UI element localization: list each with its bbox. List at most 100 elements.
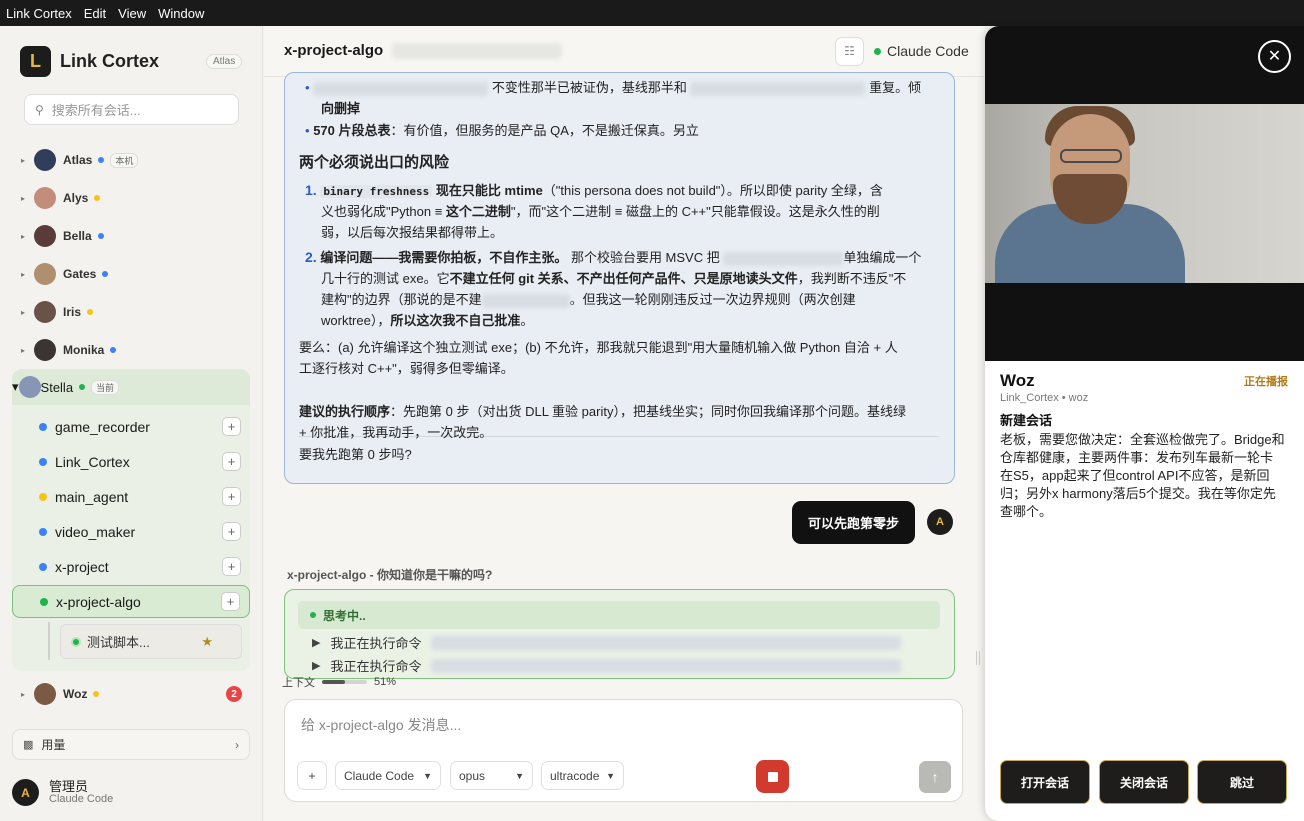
menu-window[interactable]: Window — [158, 6, 204, 21]
engine-status: Claude Code — [874, 43, 969, 59]
host-badge: Atlas — [206, 54, 243, 69]
model-select[interactable]: opus ▼ — [450, 761, 533, 790]
chevron-right-icon[interactable]: ▸ — [12, 194, 34, 203]
chevron-down-icon: ▼ — [423, 770, 432, 781]
project-name: x-project-algo — [56, 593, 141, 610]
stop-icon — [767, 771, 778, 782]
project-dot — [39, 422, 47, 431]
context-label: 上下文 — [282, 677, 315, 689]
session-item[interactable]: 测试脚本... ★ — [60, 624, 242, 659]
menu-app[interactable]: Link Cortex — [6, 6, 72, 21]
agent-item-iris[interactable]: ▸ Iris — [12, 294, 250, 330]
redacted-text — [690, 81, 866, 96]
engine-select[interactable]: Claude Code ▼ — [335, 761, 441, 790]
search-input[interactable]: ⚲ 搜索所有会话... — [24, 94, 239, 125]
unread-count-badge: 2 — [226, 686, 242, 702]
skip-button[interactable]: 跳过 — [1197, 760, 1287, 804]
text: 工逐行核对 C++"，弱得多但零编译。 — [299, 361, 514, 376]
agent-item-bella[interactable]: ▸ Bella — [12, 218, 250, 254]
add-session-button[interactable]: + — [222, 417, 241, 436]
page-title: x-project-algo — [284, 42, 384, 59]
app-logo: L — [20, 46, 51, 77]
agent-name: Iris — [63, 305, 82, 319]
document-icon[interactable]: ☷ — [835, 37, 864, 66]
redacted-text — [313, 81, 489, 96]
agent-item-stella[interactable]: ▾ Stella 当前 — [12, 369, 250, 405]
add-session-button[interactable]: + — [222, 522, 241, 541]
add-session-button[interactable]: + — [221, 592, 240, 611]
tool-call[interactable]: ▶ 我正在执行命令 — [312, 633, 902, 652]
status-dot — [94, 195, 101, 201]
agent-item-atlas[interactable]: ▸ Atlas 本机 — [12, 142, 250, 178]
status-dot — [79, 384, 86, 390]
chevron-right-icon[interactable]: ▸ — [12, 308, 34, 317]
text: 建议的执行顺序：先跑第 0 步（对出货 DLL 重验 parity），把基线坐实… — [299, 401, 906, 422]
text: ，我判断不违反"不 — [797, 271, 907, 286]
chevron-right-icon: › — [235, 737, 239, 752]
portrait-glasses — [1060, 149, 1122, 163]
stop-button[interactable] — [756, 760, 789, 793]
redacted-text — [481, 293, 570, 308]
add-session-button[interactable]: + — [222, 487, 241, 506]
agent-item-gates[interactable]: ▸ Gates — [12, 256, 250, 292]
list-item: 2. 编译问题——我需要你拍板，不自作主张。 那个校验台要用 MSVC 把 单独… — [305, 247, 921, 268]
close-session-button[interactable]: 关闭会话 — [1099, 760, 1189, 804]
text: 要么：(a) 允许编译这个独立测试 exe；(b) 不允许，那我就只能退到"用大… — [299, 340, 898, 355]
status-dot — [97, 233, 104, 239]
chevron-right-icon[interactable]: ▸ — [12, 270, 34, 279]
add-session-button[interactable]: + — [222, 557, 241, 576]
project-item-main-agent[interactable]: main_agent + — [12, 480, 250, 513]
chevron-right-icon[interactable]: ▸ — [12, 156, 34, 165]
project-item-link-cortex[interactable]: Link_Cortex + — [12, 445, 250, 478]
star-icon[interactable]: ★ — [201, 634, 213, 650]
chevron-right-icon[interactable]: ▸ — [12, 232, 34, 241]
chevron-right-icon[interactable]: ▸ — [12, 346, 34, 355]
message-input[interactable]: 给 x-project-algo 发消息... — [301, 715, 461, 735]
user-subtitle: Claude Code — [49, 793, 114, 805]
project-item-x-project-algo[interactable]: x-project-algo + — [12, 585, 250, 618]
context-fill — [322, 680, 345, 684]
project-item-video-maker[interactable]: video_maker + — [12, 515, 250, 548]
agent-name: Monika — [63, 343, 105, 357]
text: 不建立任何 git 关系、不产出任何产品件、只是原地读头文件 — [449, 271, 798, 286]
chat-header: x-project-algo ☷ Claude Code — [264, 26, 984, 77]
close-button[interactable]: ✕ — [1258, 40, 1291, 73]
open-session-button[interactable]: 打开会话 — [1000, 760, 1090, 804]
agent-item-alys[interactable]: ▸ Alys — [12, 180, 250, 216]
agent-item-monika[interactable]: ▸ Monika — [12, 332, 250, 368]
project-dot — [39, 457, 47, 466]
list-item-line: 几十行的测试 exe。它不建立任何 git 关系、不产出任何产品件、只是原地读头… — [321, 268, 906, 289]
tree-line — [48, 622, 50, 660]
text: 。 — [520, 313, 534, 328]
menu-view[interactable]: View — [118, 6, 146, 21]
add-session-button[interactable]: + — [222, 452, 241, 471]
bullet-line: • 570 片段总表：有价值，但服务的是产品 QA，不是搬迁保真。另立 — [305, 123, 699, 138]
chevron-down-icon: ▼ — [606, 770, 615, 781]
project-name: video_maker — [55, 523, 136, 540]
app-window: L Link Cortex Atlas ⚲ 搜索所有会话... ▸ Atlas … — [0, 26, 1304, 821]
effort-select[interactable]: ultracode ▼ — [541, 761, 624, 790]
redacted-text — [431, 658, 902, 673]
attach-button[interactable]: + — [297, 761, 327, 790]
text: 那个校验台要用 MSVC 把 — [567, 250, 720, 265]
project-item-x-project[interactable]: x-project + — [12, 550, 250, 583]
tool-call[interactable]: ▶ 我正在执行命令 — [312, 656, 902, 675]
tool-call-label: 我正在执行命令 — [330, 659, 422, 674]
agent-item-woz[interactable]: ▸ Woz 2 — [12, 676, 250, 712]
resize-handle[interactable] — [976, 651, 980, 665]
status-badge: 正在播报 — [1244, 376, 1288, 388]
chevron-right-icon[interactable]: ▸ — [12, 690, 34, 699]
sidebar: L Link Cortex Atlas ⚲ 搜索所有会话... ▸ Atlas … — [0, 26, 263, 821]
user-profile[interactable]: A 管理员 Claude Code — [12, 779, 113, 806]
chevron-down-icon[interactable]: ▾ — [12, 379, 19, 395]
assistant-message-streaming: 思考中.. ▶ 我正在执行命令 ▶ 我正在执行命令 — [284, 589, 955, 679]
menu-edit[interactable]: Edit — [84, 6, 106, 21]
project-item-game-recorder[interactable]: game_recorder + — [12, 410, 250, 443]
send-button[interactable]: ↑ — [919, 761, 951, 793]
usage-button[interactable]: ▩ 用量 › — [12, 729, 250, 760]
usage-label: 用量 — [41, 738, 66, 752]
engine-label: Claude Code — [887, 43, 969, 59]
text: 建议的执行顺序 — [299, 404, 391, 419]
brand: L Link Cortex — [20, 46, 159, 77]
text: "，而"这个二进制 ≡ 磁盘上的 C++"只能靠假设。这是永久性的削 — [510, 204, 880, 219]
